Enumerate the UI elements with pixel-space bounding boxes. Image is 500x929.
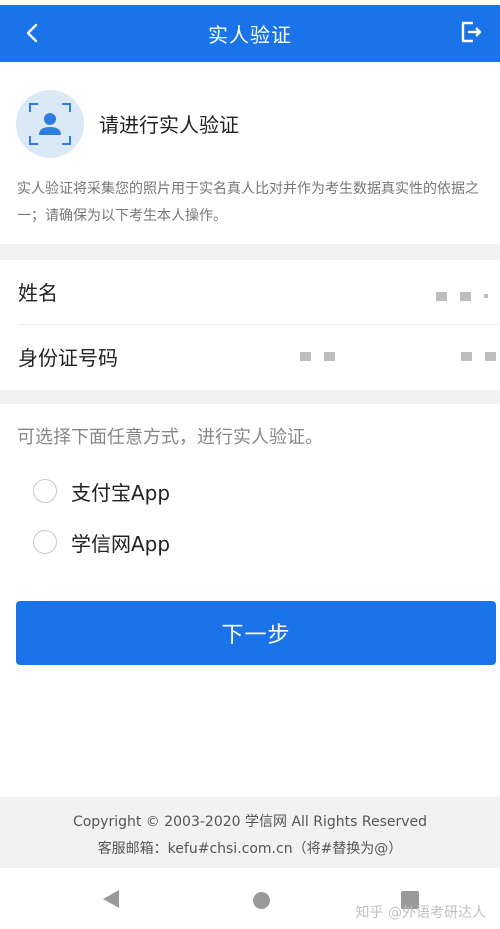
masked-name-value — [436, 292, 447, 301]
watermark-text: 知乎 @外语考研达人 — [355, 905, 486, 921]
masked-id-value — [461, 352, 472, 361]
logout-icon — [461, 21, 482, 43]
logout-button[interactable] — [458, 19, 486, 47]
name-label: 姓名 — [18, 281, 58, 305]
id-label: 身份证号码 — [18, 346, 118, 370]
contact-email: 客服邮箱：kefu#chsi.com.cn（将#替换为@） — [97, 841, 403, 857]
option-alipay[interactable]: 支付宝App — [33, 474, 333, 508]
masked-id-value — [485, 352, 496, 361]
masked-name-value — [484, 294, 488, 298]
intro-section: 请进行实人验证 实人验证将采集您的照片用于实名真人比对并作为考生数据真实性的依据… — [0, 62, 500, 244]
page-title: 实人验证 — [208, 23, 292, 47]
option-label: 支付宝App — [71, 480, 171, 505]
option-chsi-app[interactable]: 学信网App — [33, 525, 333, 559]
radio-button[interactable] — [33, 479, 57, 503]
candidate-info: 姓名 身份证号码 — [0, 260, 500, 390]
intro-title: 请进行实人验证 — [99, 113, 239, 137]
nav-back-icon[interactable] — [103, 890, 119, 908]
option-label: 学信网App — [71, 531, 171, 556]
face-verify-icon — [29, 103, 71, 145]
radio-button[interactable] — [33, 530, 57, 554]
next-step-button[interactable]: 下一步 — [16, 601, 496, 665]
method-tip: 可选择下面任意方式，进行实人验证。 — [17, 427, 323, 448]
footer: Copyright © 2003-2020 学信网 All Rights Res… — [0, 797, 500, 868]
chevron-left-icon — [26, 23, 38, 43]
name-row: 姓名 — [0, 260, 500, 324]
section-divider — [0, 390, 500, 404]
copyright-text: Copyright © 2003-2020 学信网 All Rights Res… — [72, 814, 428, 830]
face-verify-avatar — [16, 90, 84, 158]
id-row: 身份证号码 — [0, 325, 500, 389]
section-divider — [0, 244, 500, 260]
intro-description: 实人验证将采集您的照片用于实名真人比对并作为考生数据真实性的依据之一；请确保为以… — [17, 181, 479, 224]
masked-name-value — [460, 292, 471, 301]
system-nav-bar: 知乎 @外语考研达人 — [0, 868, 500, 929]
nav-home-icon[interactable] — [253, 892, 270, 909]
back-button[interactable] — [18, 17, 46, 49]
top-app-bar: 实人验证 — [0, 5, 500, 62]
masked-id-value — [324, 352, 335, 361]
masked-id-value — [300, 352, 311, 361]
